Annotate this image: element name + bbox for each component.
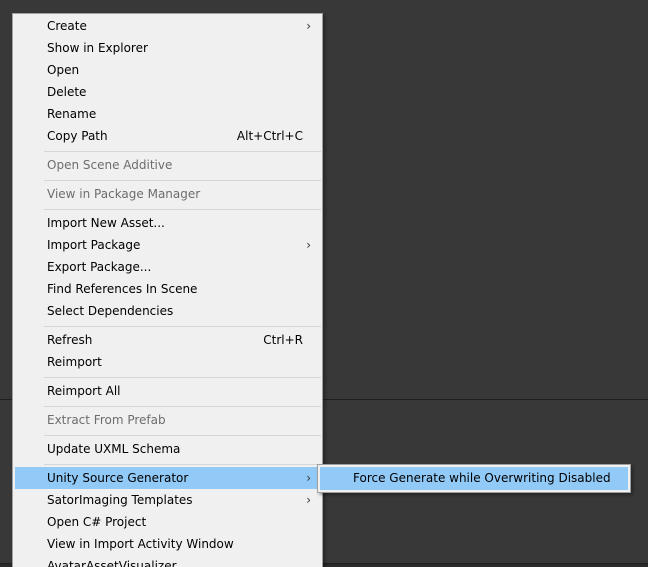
menu-item-label: AvatarAssetVisualizer bbox=[47, 559, 177, 567]
menu-item-open-csharp-project[interactable]: Open C# Project bbox=[15, 511, 320, 533]
chevron-right-icon: › bbox=[306, 19, 311, 33]
chevron-right-icon: › bbox=[306, 493, 311, 507]
menu-item-label: Unity Source Generator bbox=[47, 471, 189, 485]
menu-item-unity-source-generator[interactable]: Unity Source Generator › bbox=[15, 467, 320, 489]
menu-item-label: Show in Explorer bbox=[47, 41, 148, 55]
menu-item-open-scene-additive: Open Scene Additive bbox=[15, 154, 320, 176]
menu-item-label: View in Import Activity Window bbox=[47, 537, 234, 551]
menu-item-delete[interactable]: Delete bbox=[15, 81, 320, 103]
menu-separator bbox=[44, 435, 321, 436]
chevron-right-icon: › bbox=[306, 238, 311, 252]
menu-item-import-new-asset[interactable]: Import New Asset... bbox=[15, 212, 320, 234]
menu-item-label: View in Package Manager bbox=[47, 187, 201, 201]
menu-item-update-uxml-schema[interactable]: Update UXML Schema bbox=[15, 438, 320, 460]
menu-item-shortcut: Ctrl+R bbox=[263, 333, 303, 347]
menu-item-reimport[interactable]: Reimport bbox=[15, 351, 320, 373]
context-menu: Create › Show in Explorer Open Delete Re… bbox=[12, 13, 323, 567]
menu-item-extract-from-prefab: Extract From Prefab bbox=[15, 409, 320, 431]
menu-item-shortcut: Alt+Ctrl+C bbox=[236, 129, 303, 143]
menu-item-label: Force Generate while Overwriting Disable… bbox=[353, 471, 611, 485]
menu-item-label: Select Dependencies bbox=[47, 304, 174, 318]
menu-item-label: Delete bbox=[47, 85, 87, 99]
menu-separator bbox=[44, 326, 321, 327]
menu-separator bbox=[44, 209, 321, 210]
menu-item-export-package[interactable]: Export Package... bbox=[15, 256, 320, 278]
menu-item-reimport-all[interactable]: Reimport All bbox=[15, 380, 320, 402]
menu-item-label: Rename bbox=[47, 107, 97, 121]
editor-background: Create › Show in Explorer Open Delete Re… bbox=[0, 0, 648, 567]
menu-item-label: Copy Path bbox=[47, 129, 108, 143]
menu-item-select-dependencies[interactable]: Select Dependencies bbox=[15, 300, 320, 322]
menu-item-refresh[interactable]: Refresh Ctrl+R bbox=[15, 329, 320, 351]
menu-item-label: Create bbox=[47, 19, 87, 33]
menu-item-label: Open bbox=[47, 63, 80, 77]
menu-item-copy-path[interactable]: Copy Path Alt+Ctrl+C bbox=[15, 125, 320, 147]
menu-item-label: Import New Asset... bbox=[47, 216, 165, 230]
menu-item-label: SatorImaging Templates bbox=[47, 493, 193, 507]
menu-item-label: Reimport bbox=[47, 355, 102, 369]
menu-item-label: Import Package bbox=[47, 238, 141, 252]
menu-separator bbox=[44, 406, 321, 407]
menu-item-label: Extract From Prefab bbox=[47, 413, 166, 427]
menu-item-rename[interactable]: Rename bbox=[15, 103, 320, 125]
menu-item-find-references-in-scene[interactable]: Find References In Scene bbox=[15, 278, 320, 300]
chevron-right-icon: › bbox=[306, 471, 311, 485]
menu-item-avatar-asset-visualizer[interactable]: AvatarAssetVisualizer bbox=[15, 555, 320, 567]
menu-separator bbox=[44, 151, 321, 152]
menu-item-satorimaging-templates[interactable]: SatorImaging Templates › bbox=[15, 489, 320, 511]
menu-item-label: Refresh bbox=[47, 333, 93, 347]
menu-item-label: Reimport All bbox=[47, 384, 121, 398]
menu-separator bbox=[44, 377, 321, 378]
menu-item-view-in-package-manager: View in Package Manager bbox=[15, 183, 320, 205]
menu-item-label: Open C# Project bbox=[47, 515, 147, 529]
menu-item-label: Update UXML Schema bbox=[47, 442, 181, 456]
context-submenu: Force Generate while Overwriting Disable… bbox=[317, 464, 631, 493]
submenu-item-force-generate[interactable]: Force Generate while Overwriting Disable… bbox=[320, 467, 628, 490]
menu-item-label: Find References In Scene bbox=[47, 282, 198, 296]
menu-item-show-in-explorer[interactable]: Show in Explorer bbox=[15, 37, 320, 59]
menu-item-view-in-import-activity-window[interactable]: View in Import Activity Window bbox=[15, 533, 320, 555]
menu-item-label: Open Scene Additive bbox=[47, 158, 173, 172]
menu-item-label: Export Package... bbox=[47, 260, 152, 274]
menu-separator bbox=[44, 464, 321, 465]
menu-item-open[interactable]: Open bbox=[15, 59, 320, 81]
menu-item-import-package[interactable]: Import Package › bbox=[15, 234, 320, 256]
menu-item-create[interactable]: Create › bbox=[15, 15, 320, 37]
menu-separator bbox=[44, 180, 321, 181]
